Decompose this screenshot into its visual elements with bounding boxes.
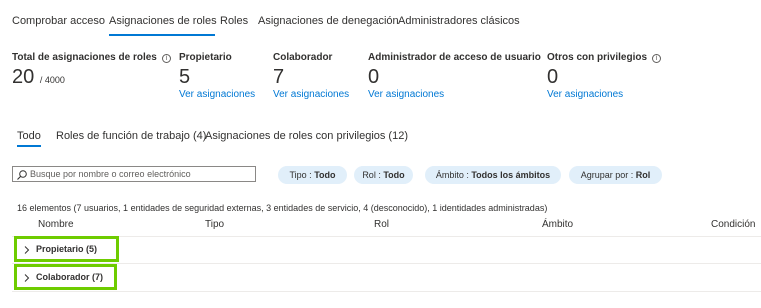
info-icon[interactable]: i (652, 54, 662, 63)
stat-contributor-value: 7 (273, 66, 285, 88)
stat-uaa-value: 0 (368, 66, 380, 88)
subtab-asignaciones-privilegios[interactable]: Asignaciones de roles con privilegios (1… (205, 130, 408, 142)
stat-owner-label: Propietario (179, 52, 232, 63)
group-row-colaborador[interactable]: Colaborador (7) (14, 264, 117, 290)
search-icon (17, 170, 27, 180)
active-tab-indicator (109, 34, 215, 36)
stat-privileged-value: 0 (547, 66, 559, 88)
filter-role-key: Rol : (362, 170, 381, 180)
search-input[interactable] (30, 168, 252, 180)
row-divider (12, 263, 761, 264)
stat-owner-value: 5 (179, 66, 191, 88)
stat-total-number: 20 (12, 66, 35, 88)
group-row-propietario[interactable]: Propietario (5) (14, 236, 119, 262)
tab-administradores-clasicos[interactable]: Administradores clásicos (398, 15, 520, 27)
contributor-view-assignments-link[interactable]: Ver asignaciones (273, 89, 349, 100)
stat-total-label-text: Total de asignaciones de roles (12, 52, 157, 63)
info-icon[interactable]: i (161, 54, 171, 63)
column-header-rol[interactable]: Rol (374, 219, 389, 230)
filter-scope-key: Ámbito : (435, 170, 469, 180)
owner-view-assignments-link[interactable]: Ver asignaciones (179, 89, 255, 100)
results-summary: 16 elementos (7 usuarios, 1 entidades de… (17, 203, 548, 213)
group-label-propietario: Propietario (5) (36, 244, 98, 254)
tab-asignaciones-de-roles[interactable]: Asignaciones de roles (109, 15, 217, 27)
column-header-ambito[interactable]: Ámbito (542, 219, 573, 230)
search-box[interactable] (12, 166, 256, 182)
subtab-todo[interactable]: Todo (17, 130, 41, 142)
filter-type-key: Tipo : (289, 170, 312, 180)
stat-total-max: / 4000 (39, 75, 65, 85)
uaa-view-assignments-link[interactable]: Ver asignaciones (368, 89, 444, 100)
subtab-roles-funcion-trabajo[interactable]: Roles de función de trabajo (4) (56, 130, 206, 142)
stat-contributor-label: Colaborador (273, 52, 333, 63)
privileged-view-assignments-link[interactable]: Ver asignaciones (547, 89, 623, 100)
tab-comprobar-acceso[interactable]: Comprobar acceso (12, 15, 105, 27)
stat-privileged-label-text: Otros con privilegios (547, 52, 648, 63)
group-label-colaborador: Colaborador (7) (36, 272, 104, 282)
column-header-nombre[interactable]: Nombre (38, 219, 74, 230)
active-subtab-indicator (17, 145, 41, 147)
filter-type-value: Todo (314, 170, 336, 180)
group-by-pill[interactable]: Agrupar por : Rol (569, 166, 662, 184)
group-by-key: Agrupar por : (580, 170, 634, 180)
filter-scope-value: Todos los ámbitos (471, 170, 551, 180)
filter-type-pill[interactable]: Tipo : Todo (278, 166, 347, 184)
filter-scope-pill[interactable]: Ámbito : Todos los ámbitos (425, 166, 561, 184)
top-tab-bar: Comprobar acceso Asignaciones de roles R… (0, 0, 761, 36)
column-header-tipo[interactable]: Tipo (205, 219, 224, 230)
stat-privileged-label: Otros con privilegios i (547, 52, 662, 63)
tab-roles[interactable]: Roles (220, 15, 248, 27)
row-divider (12, 291, 761, 292)
stat-total-label: Total de asignaciones de roles i (12, 52, 171, 63)
stat-uaa-label: Administrador de acceso de usuario (368, 52, 541, 63)
filter-role-value: Todo (383, 170, 405, 180)
chevron-right-icon[interactable] (23, 245, 31, 255)
column-header-condicion[interactable]: Condición (711, 219, 755, 230)
group-by-value: Rol (635, 170, 651, 180)
chevron-right-icon[interactable] (23, 273, 31, 283)
stat-total-value: 20 / 4000 (12, 66, 65, 89)
header-divider (12, 236, 761, 237)
tab-asignaciones-de-denegacion[interactable]: Asignaciones de denegación (258, 15, 399, 27)
filter-role-pill[interactable]: Rol : Todo (354, 166, 413, 184)
